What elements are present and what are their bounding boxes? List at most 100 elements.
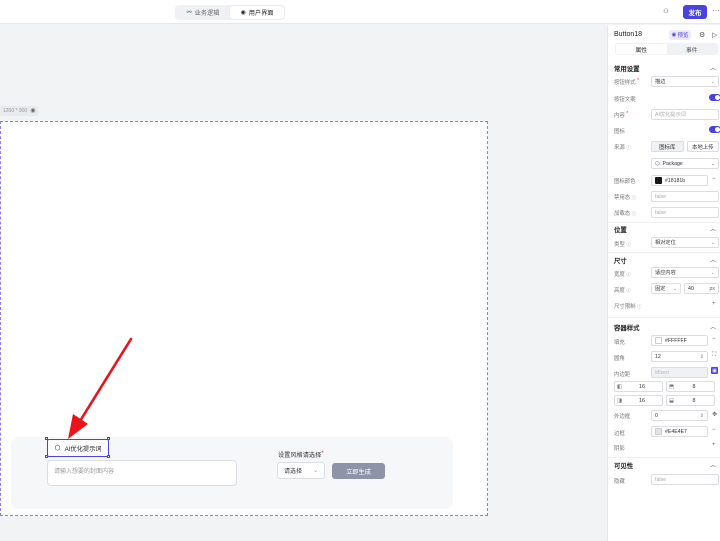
resize-handle-bl[interactable] [45, 455, 48, 458]
help-icon[interactable]: ⓘ [626, 288, 631, 293]
help-icon[interactable]: ⓘ [626, 242, 631, 247]
expand-corners-icon[interactable]: ⛶ [712, 352, 716, 359]
more-icon[interactable]: ··· [712, 6, 720, 15]
chevron-up-icon[interactable]: ︿ [710, 63, 716, 72]
help-icon[interactable]: ⓘ [626, 272, 631, 277]
resize-handle-tl[interactable] [45, 437, 48, 440]
content-label-text: 内容 [614, 113, 625, 119]
radius-label: 圆角 [614, 356, 625, 362]
chevron-down-icon: ⌄ [710, 269, 715, 276]
border-color-swatch[interactable] [655, 428, 662, 435]
help-icon[interactable]: ⓘ [632, 195, 637, 200]
btn-text-toggle[interactable] [709, 94, 720, 101]
gear-icon[interactable]: ⚙ [699, 31, 705, 39]
source-local-upload[interactable]: 本地上传 [686, 141, 719, 152]
ai-optimize-button[interactable]: ⬡ AI优化提示词 [47, 439, 109, 457]
publish-button[interactable]: 发布 [683, 5, 707, 19]
icon-toggle[interactable] [709, 126, 720, 133]
radius-input[interactable]: 12 ⇕ [651, 351, 708, 362]
tab-business-logic[interactable]: ⚯ 业务逻辑 [176, 6, 230, 19]
divider [608, 252, 720, 253]
tab-user-interface[interactable]: ◉ 用户界面 [230, 6, 284, 19]
section-size-header[interactable]: 尺寸 [614, 256, 627, 265]
fill-input[interactable]: #FFFFFF [651, 335, 708, 346]
border-color-input[interactable]: #E4E4E7 [651, 426, 708, 437]
cover-content-textarea[interactable]: 请输入想要的封面内容 [47, 460, 237, 486]
icon-select[interactable]: ⬡ Package ⌄ [651, 158, 719, 169]
section-common-header[interactable]: 常用设置 [614, 64, 640, 73]
fill-label: 填充 [614, 340, 625, 346]
height-mode-select[interactable]: 固定 ⌄ [651, 283, 681, 294]
border-color-value: #E4E4E7 [665, 428, 687, 435]
padding-row-2: ◨ 16 ⬓ 8 [614, 395, 715, 406]
frame-size-text: 1200 * 900 [3, 108, 28, 114]
stepper-icon[interactable]: ⇕ [700, 354, 704, 360]
padding-left-icon: ◧ [617, 383, 623, 390]
resize-handle-br[interactable] [107, 455, 110, 458]
padding-bottom-input[interactable]: ⬓ 8 [666, 395, 715, 406]
disabled-label-text: 禁用态 [614, 195, 631, 201]
size-limit-label: 尺寸限制 ⓘ [614, 302, 642, 310]
properties-panel: Button18 ◉ 预览 ⚙ ▷ 属性 事件 常用设置 ︿ 按钮样式 * 描边… [607, 25, 720, 541]
hidden-input[interactable]: false [651, 474, 719, 485]
section-position-header[interactable]: 位置 [614, 225, 627, 234]
generate-button[interactable]: 立即生成 [332, 463, 385, 479]
fill-swatch[interactable] [655, 337, 662, 344]
component-title: Button18 [614, 31, 643, 38]
chevron-up-icon[interactable]: ︿ [710, 322, 716, 331]
style-select[interactable]: 请选择 ⌄ [277, 462, 325, 479]
plus-icon[interactable]: + [712, 442, 716, 448]
resize-handle-tr[interactable] [107, 437, 110, 440]
collaborators-icon[interactable]: ⚇ [661, 7, 671, 17]
frame-size-label[interactable]: 1200 * 900 ◉ [0, 106, 39, 116]
loading-label: 加载态 ⓘ [614, 209, 636, 217]
help-icon[interactable]: ⓘ [632, 211, 637, 216]
padding-left-input[interactable]: ◧ 16 [614, 381, 663, 392]
chevron-down-icon: ⌄ [312, 468, 318, 474]
play-icon[interactable]: ▷ [712, 31, 717, 39]
section-container-header[interactable]: 容器样式 [614, 323, 640, 332]
padding-top-input[interactable]: ⬒ 8 [666, 381, 715, 392]
icon-color-value: #18181b [665, 177, 686, 184]
section-visibility-header[interactable]: 可见性 [614, 461, 633, 470]
position-type-value: 相对定位 [655, 240, 676, 246]
view-switcher: ⚯ 业务逻辑 ◉ 用户界面 [175, 5, 285, 20]
tab-events[interactable]: 事件 [667, 44, 718, 54]
chevron-up-icon[interactable]: ︿ [710, 460, 716, 469]
minus-icon[interactable]: − [712, 176, 716, 182]
help-icon[interactable]: ⓘ [637, 304, 642, 309]
chevron-down-icon: ⌄ [710, 78, 715, 85]
padding-input[interactable]: Mixed [651, 367, 708, 378]
position-type-label: 类型 ⓘ [614, 240, 631, 248]
chevron-up-icon[interactable]: ︿ [710, 224, 716, 233]
icon-color-input[interactable]: #18181b [651, 175, 708, 186]
content-input[interactable]: AI优化提示词 [651, 109, 719, 120]
stepper-icon[interactable]: ⇕ [700, 413, 704, 419]
ai-optimize-label: AI优化提示词 [64, 445, 102, 453]
width-label-text: 宽度 [614, 272, 625, 278]
width-select[interactable]: 适应内容 ⌄ [651, 267, 719, 278]
tab-properties[interactable]: 属性 [616, 44, 667, 54]
chevron-up-icon[interactable]: ︿ [710, 255, 716, 264]
padding-right-input[interactable]: ◨ 16 [614, 395, 663, 406]
style-select-label-text: 设置风格请选择 [278, 452, 322, 459]
border-settings-icon[interactable]: ✥ [712, 411, 717, 418]
source-toggle-group: 图标库 本地上传 [651, 141, 719, 152]
btn-style-select[interactable]: 描边 ⌄ [651, 76, 719, 87]
plus-icon[interactable]: + [712, 301, 716, 307]
help-icon[interactable]: ⓘ [626, 145, 631, 150]
icon-color-swatch[interactable] [655, 177, 662, 184]
height-input[interactable]: 40 px [684, 283, 719, 294]
padding-mode-icon[interactable]: ▣ [711, 367, 718, 374]
eye-icon[interactable]: ◉ [30, 108, 35, 114]
preview-button[interactable]: ◉ 预览 [669, 30, 691, 40]
loading-input[interactable]: false [651, 207, 719, 218]
position-type-select[interactable]: 相对定位 ⌄ [651, 237, 719, 248]
divider [608, 222, 720, 223]
minus-icon[interactable]: − [712, 336, 716, 342]
disabled-input[interactable]: false [651, 191, 719, 202]
loading-label-text: 加载态 [614, 211, 631, 217]
minus-icon[interactable]: − [712, 427, 716, 433]
border-width-input[interactable]: 0 ⇕ [651, 410, 708, 421]
source-icon-library[interactable]: 图标库 [651, 141, 684, 152]
